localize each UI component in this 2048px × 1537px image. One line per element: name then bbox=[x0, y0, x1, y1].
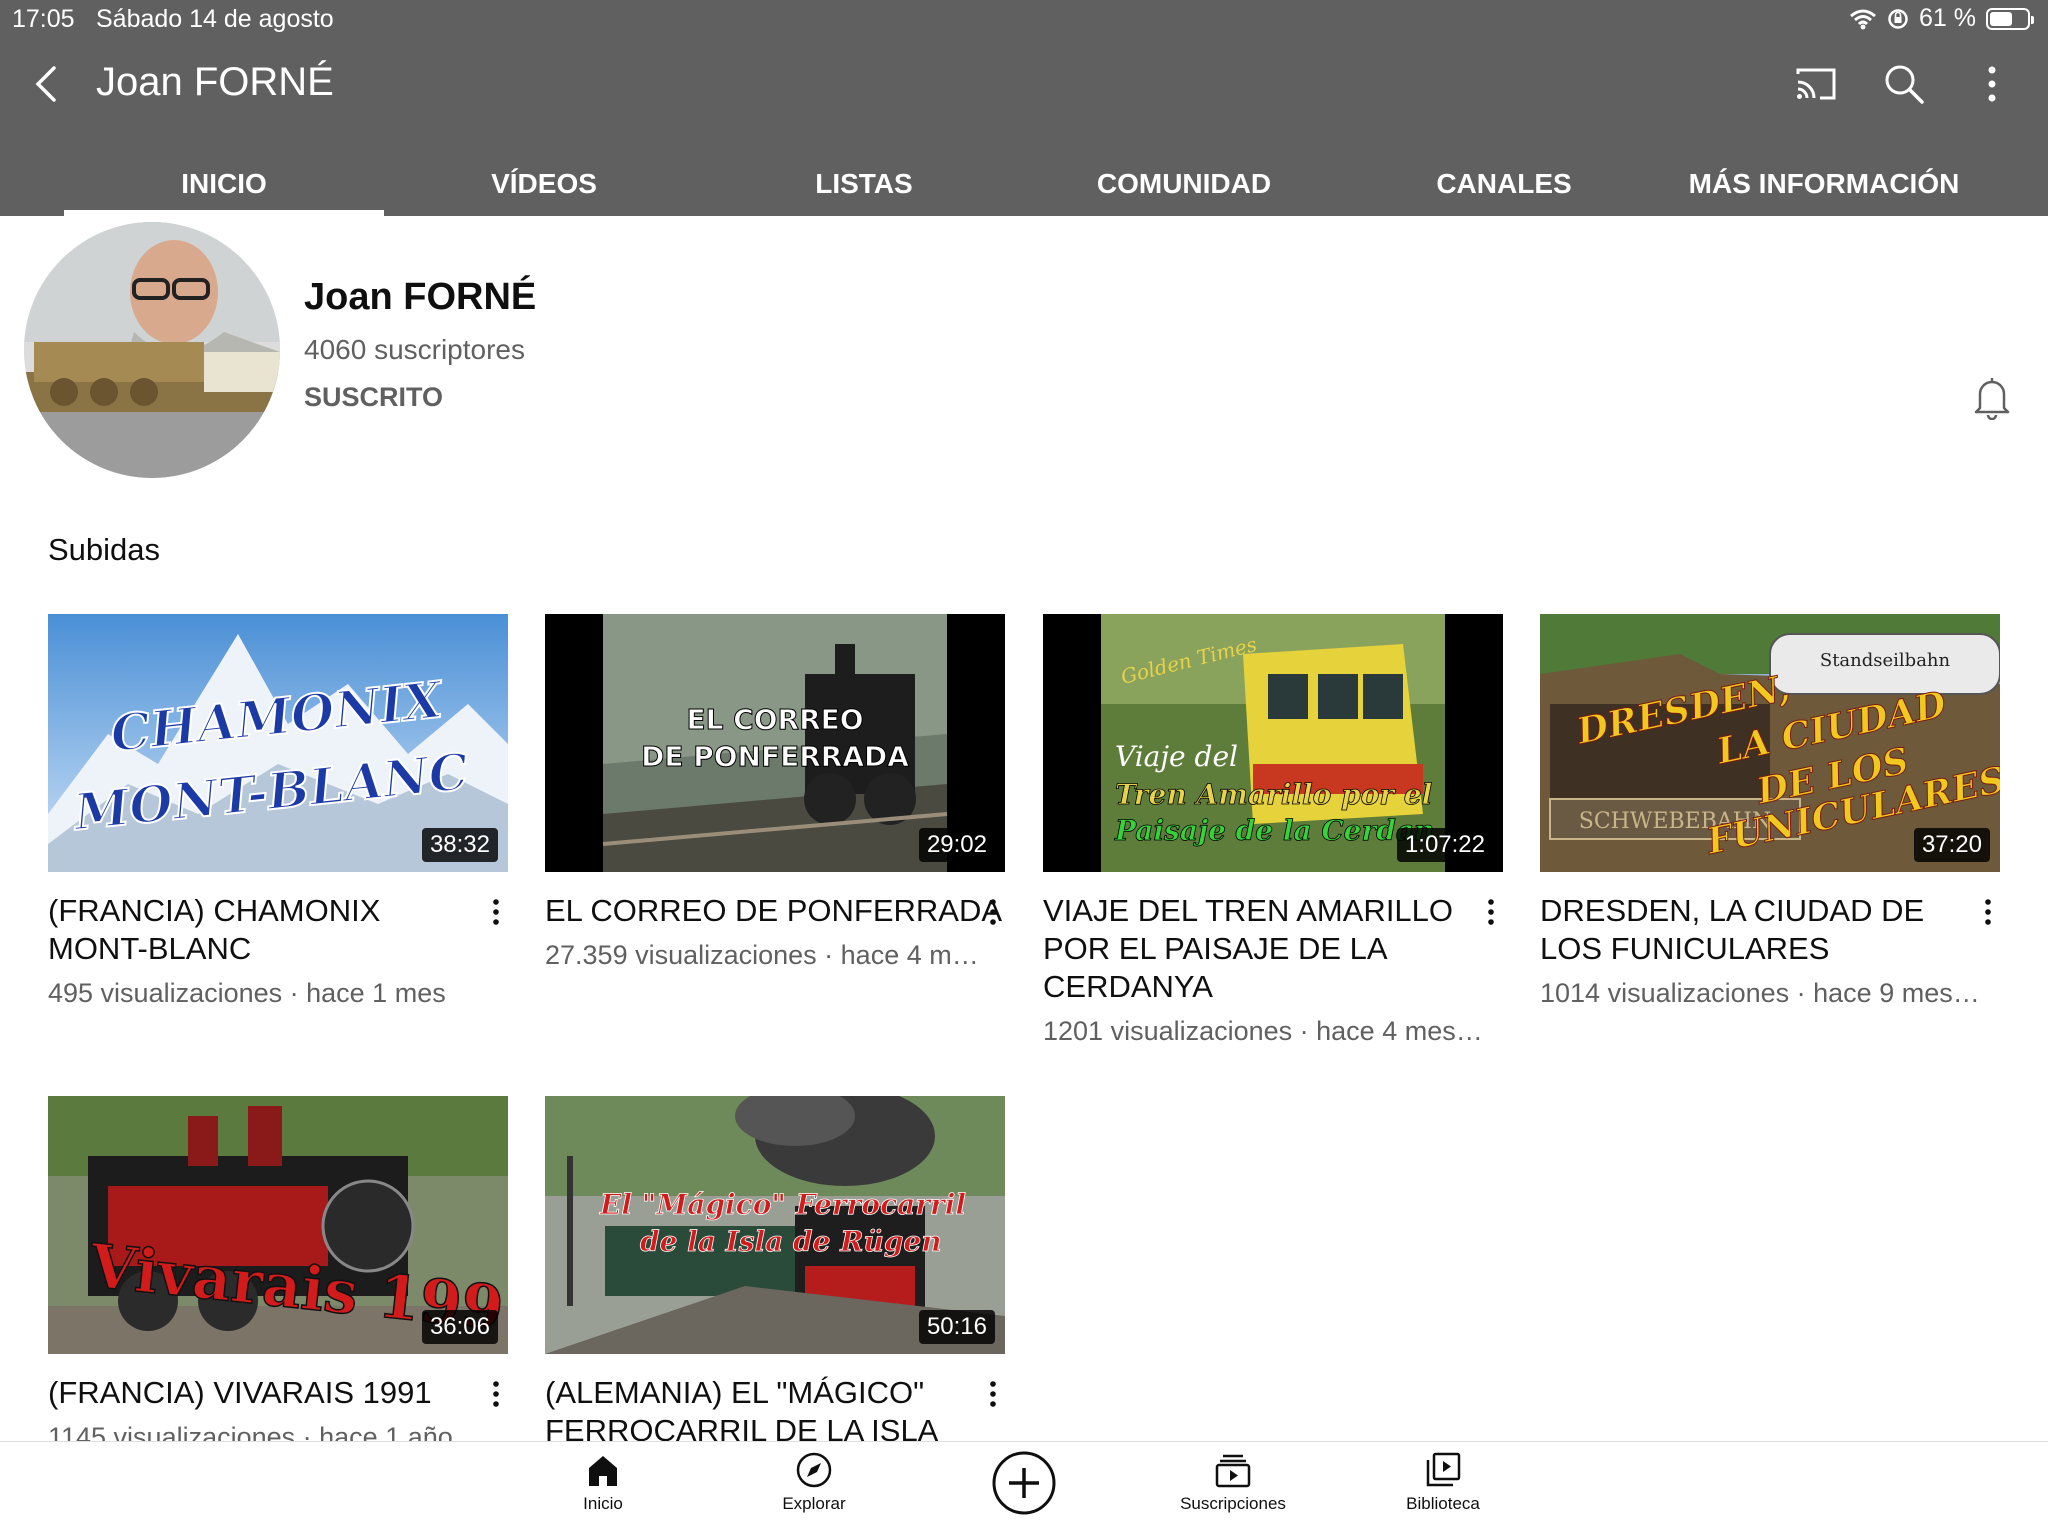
status-date: Sábado 14 de agosto bbox=[96, 5, 334, 33]
video-card[interactable]: CHAMONIX MONT-BLANC 38:32 (FRANCIA) CHAM… bbox=[48, 614, 508, 1014]
thumbnail-text: DE PONFERRADA bbox=[641, 740, 909, 773]
channel-name: Joan FORNÉ bbox=[304, 276, 537, 318]
thumbnail-text: Paisaje de la Cerdan bbox=[1114, 814, 1434, 847]
video-duration: 29:02 bbox=[918, 828, 995, 862]
battery-level bbox=[1990, 11, 2012, 26]
library-icon bbox=[1426, 1452, 1461, 1487]
video-more-icon[interactable] bbox=[484, 1378, 508, 1414]
video-thumbnail[interactable]: Golden Times Viaje del Tren Amarillo por… bbox=[1043, 614, 1503, 872]
video-title[interactable]: (ALEMANIA) EL "MÁGICO" FERROCARRIL DE LA… bbox=[545, 1374, 965, 1441]
subscriptions-icon bbox=[1215, 1454, 1251, 1488]
video-duration: 50:16 bbox=[918, 1310, 995, 1344]
notification-bell-icon[interactable] bbox=[1972, 374, 2012, 420]
video-meta: 1145 visualizaciones · hace 1 año bbox=[48, 1422, 453, 1441]
search-icon[interactable] bbox=[1880, 60, 1928, 108]
section-title-uploads: Subidas bbox=[48, 532, 161, 567]
tab-mas-informacion[interactable]: MÁS INFORMACIÓN bbox=[1664, 170, 1984, 216]
video-card[interactable]: EL CORREO DE PONFERRADA 29:02 EL CORREO … bbox=[545, 614, 1005, 1014]
thumbnail-text: Standseilbahn bbox=[1820, 650, 1951, 671]
video-thumbnail[interactable]: El "Mágico" Ferrocarril de la Isla de Rü… bbox=[545, 1096, 1005, 1354]
subscriber-count: 4060 suscriptores bbox=[304, 334, 526, 365]
cast-icon[interactable] bbox=[1792, 60, 1840, 108]
status-bar: 17:05 Sábado 14 de agosto 61 % bbox=[0, 0, 2048, 40]
video-duration: 38:32 bbox=[421, 828, 498, 862]
video-meta: 1201 visualizaciones · hace 4 meses bbox=[1043, 1016, 1483, 1046]
create-plus-icon bbox=[992, 1451, 1056, 1515]
tab-canales[interactable]: CANALES bbox=[1344, 170, 1664, 216]
video-title[interactable]: DRESDEN, LA CIUDAD DE LOS FUNICULARES bbox=[1540, 892, 1960, 968]
thumbnail-text: de la Isla de Rügen bbox=[640, 1225, 942, 1258]
back-icon[interactable] bbox=[28, 60, 68, 108]
more-vert-icon[interactable] bbox=[1968, 60, 2016, 108]
app-bar-title: Joan FORNÉ bbox=[96, 60, 334, 104]
video-card[interactable]: Golden Times Viaje del Tren Amarillo por… bbox=[1043, 614, 1503, 1046]
thumbnail-text: EL CORREO bbox=[686, 703, 863, 736]
nav-explorar[interactable]: Explorar bbox=[744, 1450, 884, 1514]
home-icon bbox=[589, 1456, 617, 1486]
video-meta: 1014 visualizaciones · hace 9 meses bbox=[1540, 978, 1980, 1008]
video-card[interactable]: Vivarais 1991 36:06 (FRANCIA) VIVARAIS 1… bbox=[48, 1096, 508, 1441]
thumbnail-text: Viaje del bbox=[1115, 740, 1238, 773]
video-more-icon[interactable] bbox=[981, 1378, 1005, 1414]
channel-avatar[interactable] bbox=[24, 222, 280, 478]
video-thumbnail[interactable]: EL CORREO DE PONFERRADA 29:02 bbox=[545, 614, 1005, 872]
nav-label: Inicio bbox=[583, 1494, 623, 1513]
video-more-icon[interactable] bbox=[1976, 896, 2000, 932]
subscribed-button[interactable]: SUSCRITO bbox=[304, 382, 443, 413]
tab-videos[interactable]: VÍDEOS bbox=[384, 170, 704, 216]
video-meta: 495 visualizaciones · hace 1 mes bbox=[48, 978, 446, 1008]
avatar-image bbox=[24, 222, 280, 478]
nav-inicio[interactable]: Inicio bbox=[533, 1450, 673, 1514]
video-card[interactable]: El "Mágico" Ferrocarril de la Isla de Rü… bbox=[545, 1096, 1005, 1441]
video-title[interactable]: (FRANCIA) CHAMONIX MONT-BLANC bbox=[48, 892, 468, 968]
nav-label: Biblioteca bbox=[1406, 1494, 1480, 1513]
video-card[interactable]: Standseilbahn SCHWEBEBAHN DRESDEN, LA CI… bbox=[1540, 614, 2000, 1014]
nav-label: Explorar bbox=[782, 1494, 846, 1513]
compass-icon bbox=[796, 1452, 832, 1488]
video-more-icon[interactable] bbox=[981, 896, 1005, 932]
video-title[interactable]: EL CORREO DE PONFERRADA bbox=[545, 892, 1002, 930]
video-duration: 37:20 bbox=[1913, 828, 1990, 862]
tab-comunidad[interactable]: COMUNIDAD bbox=[1024, 170, 1344, 216]
video-more-icon[interactable] bbox=[484, 896, 508, 932]
bottom-navigation: Inicio Explorar Suscripciones Biblioteca bbox=[0, 1441, 2048, 1537]
wifi-icon bbox=[1850, 9, 1876, 29]
rotation-lock-icon bbox=[1888, 8, 1908, 29]
video-thumbnail[interactable]: CHAMONIX MONT-BLANC 38:32 bbox=[48, 614, 508, 872]
nav-suscripciones[interactable]: Suscripciones bbox=[1163, 1450, 1303, 1514]
status-time: 17:05 bbox=[12, 5, 75, 33]
video-meta: 27.359 visualizaciones · hace 4 me... bbox=[545, 940, 985, 970]
active-tab-indicator bbox=[64, 210, 384, 216]
video-duration: 36:06 bbox=[421, 1310, 498, 1344]
video-title[interactable]: VIAJE DEL TREN AMARILLO POR EL PAISAJE D… bbox=[1043, 892, 1463, 1006]
tab-listas[interactable]: LISTAS bbox=[704, 170, 1024, 216]
thumbnail-text: Tren Amarillo por el bbox=[1115, 778, 1432, 811]
nav-biblioteca[interactable]: Biblioteca bbox=[1373, 1450, 1513, 1514]
status-right: 61 % bbox=[1849, 4, 2034, 33]
video-duration: 1:07:22 bbox=[1396, 828, 1493, 862]
app-bar: Joan FORNÉ bbox=[0, 40, 2048, 168]
nav-create[interactable] bbox=[954, 1450, 1094, 1520]
video-more-icon[interactable] bbox=[1479, 896, 1503, 932]
thumbnail-text: El "Mágico" Ferrocarril bbox=[599, 1188, 966, 1221]
battery-percent: 61 % bbox=[1919, 4, 1976, 32]
video-thumbnail[interactable]: Standseilbahn SCHWEBEBAHN DRESDEN, LA CI… bbox=[1540, 614, 2000, 872]
nav-label: Suscripciones bbox=[1180, 1494, 1286, 1513]
video-title[interactable]: (FRANCIA) VIVARAIS 1991 bbox=[48, 1374, 468, 1412]
video-thumbnail[interactable]: Vivarais 1991 36:06 bbox=[48, 1096, 508, 1354]
battery-icon bbox=[1986, 7, 2034, 30]
